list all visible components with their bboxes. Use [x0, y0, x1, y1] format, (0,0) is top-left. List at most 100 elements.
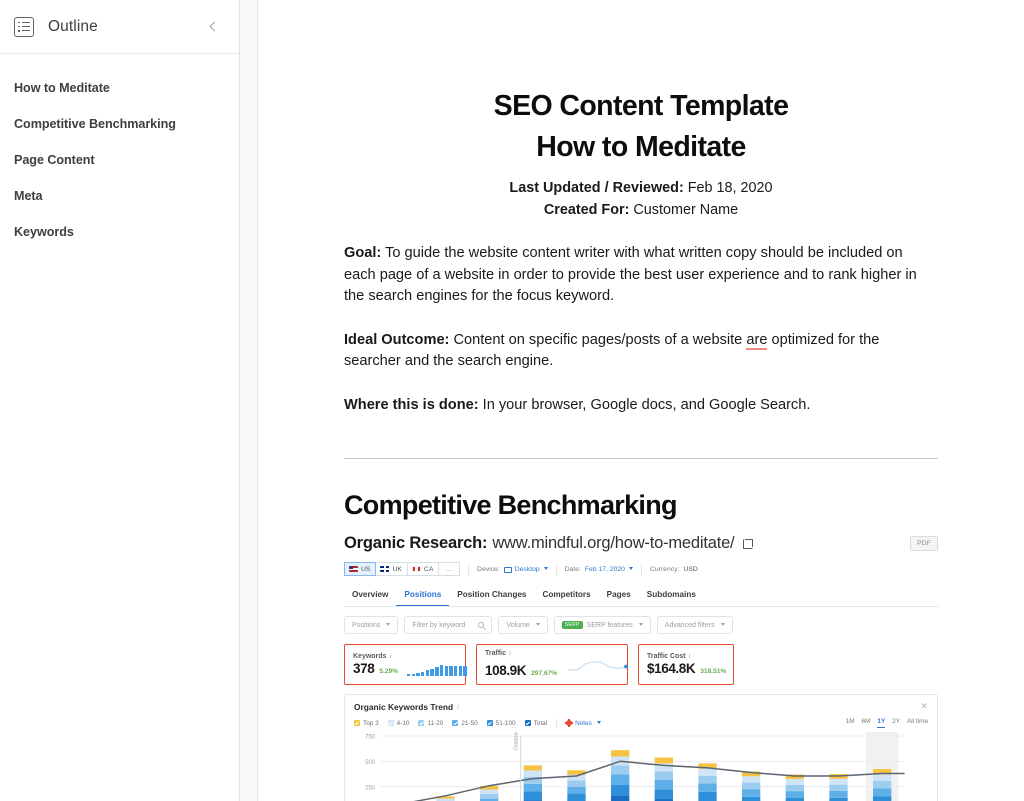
chevron-down-icon-notes[interactable]: [596, 720, 601, 724]
external-link-icon[interactable]: [743, 538, 754, 549]
range-6m[interactable]: 6M: [862, 718, 871, 728]
database-more-button[interactable]: ...: [438, 562, 461, 576]
range-all-time[interactable]: All time: [907, 718, 928, 728]
paragraph-goal-text: To guide the website content writer with…: [344, 245, 917, 304]
outline-title: Outline: [48, 17, 98, 35]
legend-checkbox-51-100[interactable]: [486, 720, 493, 726]
advanced-filters-dropdown[interactable]: Advanced filters: [656, 616, 733, 634]
legend-label-4-10: 4-10: [396, 719, 410, 727]
close-icon[interactable]: ✕: [920, 702, 928, 711]
device-label: Device:: [477, 565, 500, 573]
metric-card-traffic-cost[interactable]: Traffic Cost i $164.8K 318.51%: [638, 644, 734, 685]
tab-overview[interactable]: Overview: [344, 585, 396, 606]
created-for-value: Customer Name: [633, 202, 739, 218]
legend-checkbox-21-50[interactable]: [452, 720, 459, 726]
sidebar-item-keywords[interactable]: Keywords: [0, 214, 239, 250]
metric-keywords-value-row: 378 5.29%: [353, 661, 467, 676]
legend-checkbox-top-3[interactable]: [354, 720, 360, 726]
legend-checkbox-11-20[interactable]: [418, 720, 425, 726]
legend-item-21-50[interactable]: 21-50: [452, 720, 478, 727]
tab-subdomains[interactable]: Subdomains: [639, 585, 704, 606]
tab-competitors[interactable]: Competitors: [534, 585, 598, 606]
sidebar-item-competitive-benchmarking[interactable]: Competitive Benchmarking: [0, 106, 239, 142]
document-page: SEO Content Template How to Meditate Las…: [258, 0, 1024, 801]
info-icon-traffic-cost[interactable]: i: [689, 653, 691, 660]
legend-item-total[interactable]: Total: [524, 720, 547, 727]
svg-text:Database growth: Database growth: [514, 732, 520, 750]
info-icon-traffic[interactable]: i: [509, 650, 511, 657]
chevron-down-icon-device[interactable]: [543, 566, 548, 570]
legend-item-notes[interactable]: Notes: [564, 718, 601, 728]
legend-item-top-3[interactable]: Top 3: [354, 720, 379, 727]
flag-us-icon: [349, 566, 358, 572]
sidebar-item-how-to-meditate[interactable]: How to Meditate: [0, 70, 239, 106]
serp-features-filter-dropdown[interactable]: SERP SERP features: [553, 616, 651, 634]
metric-traffic-value-row: 108.9K 297.67%: [485, 659, 629, 678]
paragraph-goal: Goal: To guide the website content write…: [344, 243, 938, 308]
tab-pages[interactable]: Pages: [599, 585, 639, 606]
info-icon-keywords[interactable]: i: [389, 653, 391, 660]
database-chip-uk-label: UK: [392, 565, 402, 573]
database-chip-uk[interactable]: UK: [375, 562, 408, 576]
database-chip-ca[interactable]: CA: [406, 562, 440, 576]
semrush-tabs: Overview Positions Position Changes Comp…: [344, 585, 938, 607]
sidebar-item-meta[interactable]: Meta: [0, 178, 239, 214]
range-1m[interactable]: 1M: [846, 718, 855, 728]
outline-icon: [14, 16, 34, 37]
range-1y[interactable]: 1Y: [877, 718, 886, 728]
toolbar-divider-1: [468, 563, 470, 575]
metric-traffic-cost-value: $164.8K: [647, 660, 696, 676]
chevron-down-icon-volume: [535, 622, 540, 626]
paragraph-ideal-outcome-text-before: Content on specific pages/posts of a web…: [449, 331, 747, 348]
range-2y[interactable]: 2Y: [892, 718, 900, 728]
section-heading-competitive-benchmarking: Competitive Benchmarking: [344, 490, 677, 520]
legend-item-4-10[interactable]: 4-10: [387, 719, 410, 727]
chevron-down-icon-date[interactable]: [628, 566, 633, 570]
chart-svg: 0250500750Database growthMar 19Apr 19May…: [365, 709, 905, 801]
legend-label-top-3: Top 3: [363, 719, 379, 727]
created-for-row: Created For: Customer Name: [344, 199, 938, 221]
device-value[interactable]: Desktop: [515, 566, 540, 573]
keyword-search-placeholder: Filter by keyword: [412, 621, 466, 629]
paragraph-where-text: In your browser, Google docs, and Google…: [478, 396, 811, 413]
sidebar-item-page-content[interactable]: Page Content: [0, 142, 239, 178]
document-canvas[interactable]: SEO Content Template How to Meditate Las…: [240, 0, 1024, 801]
metric-traffic-value: 108.9K: [485, 663, 527, 678]
keyword-search-input[interactable]: Filter by keyword: [404, 616, 493, 634]
legend-label-11-20: 11-20: [427, 719, 444, 727]
database-chip-us[interactable]: US: [344, 562, 377, 576]
toolbar-divider-3: [640, 563, 642, 575]
metric-card-traffic[interactable]: Traffic i 108.9K 297.67%: [476, 644, 629, 685]
date-value[interactable]: Feb 17, 2020: [585, 566, 625, 573]
organic-research-url[interactable]: www.mindful.org/how-to-meditate/: [492, 534, 734, 553]
doc-title-line-2: How to Meditate: [536, 131, 746, 163]
last-updated-row: Last Updated / Reviewed: Feb 18, 2020: [344, 177, 938, 199]
legend-item-51-100[interactable]: 51-100: [486, 720, 516, 727]
chart-legend: Top 3 4-10 11-20 21-50 51-100 Total Note…: [354, 718, 928, 728]
tab-position-changes[interactable]: Position Changes: [449, 585, 534, 606]
page-title: SEO Content Template How to Meditate: [344, 0, 938, 168]
app-root: Outline How to Meditate Competitive Benc…: [0, 0, 1024, 801]
organic-keywords-trend-card: Organic Keywords Trend i ✕ Top 3 4-10 11…: [344, 694, 938, 801]
legend-checkbox-total[interactable]: [524, 720, 531, 726]
legend-item-11-20[interactable]: 11-20: [418, 720, 443, 727]
positions-filter-dropdown[interactable]: Positions: [344, 616, 399, 634]
svg-text:750: 750: [365, 735, 376, 741]
flag-uk-icon: [380, 566, 390, 572]
organic-research-label: Organic Research:: [344, 534, 488, 552]
database-chip-ca-label: CA: [423, 565, 434, 573]
volume-filter-dropdown[interactable]: Volume: [498, 616, 548, 634]
pdf-export-button[interactable]: PDF: [910, 536, 938, 551]
metric-keywords-delta: 5.29%: [379, 667, 399, 675]
chevron-left-icon[interactable]: [201, 15, 225, 39]
metric-card-keywords[interactable]: Keywords i 378 5.29%: [344, 644, 467, 685]
spellcheck-word[interactable]: are: [746, 331, 768, 350]
organic-research-subheading: Organic Research: www.mindful.org/how-to…: [344, 534, 938, 553]
legend-checkbox-4-10[interactable]: [387, 720, 394, 726]
metric-traffic-cost-value-row: $164.8K 318.51%: [647, 660, 726, 676]
info-icon-chart[interactable]: i: [457, 704, 459, 711]
chart-title: Organic Keywords Trend i: [354, 702, 928, 712]
paragraph-ideal-outcome-label: Ideal Outcome:: [344, 331, 450, 348]
tab-positions[interactable]: Positions: [396, 585, 450, 606]
positions-filter-label: Positions: [352, 621, 381, 629]
